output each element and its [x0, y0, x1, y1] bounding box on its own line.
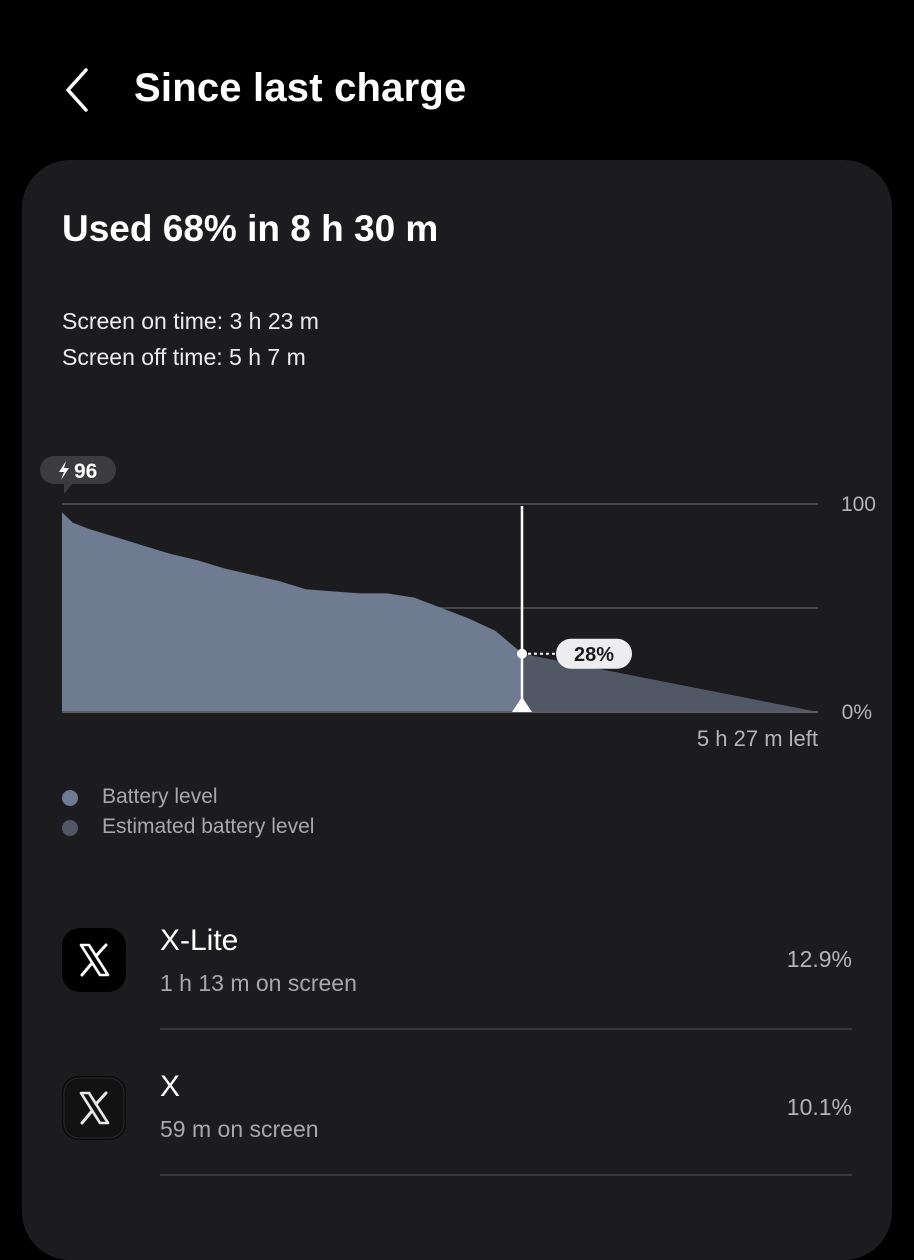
- x-logo-icon: [63, 1077, 125, 1139]
- battery-usage-chart[interactable]: 96 28% 100 0% 5 h 27 m left: [0, 440, 914, 770]
- app-row-x[interactable]: X 59 m on screen 10.1%: [22, 1036, 892, 1176]
- x-app-icon: [62, 1076, 126, 1140]
- current-level-badge: 28%: [556, 638, 632, 669]
- current-level-value: 28%: [574, 644, 614, 666]
- x-logo-icon: [79, 943, 110, 977]
- app-header: Since last charge: [0, 0, 914, 160]
- back-button[interactable]: [58, 64, 102, 116]
- usage-summary-title: Used 68% in 8 h 30 m: [62, 208, 439, 249]
- app-row-x-lite[interactable]: X-Lite 1 h 13 m on screen 12.9%: [22, 890, 892, 1030]
- app-usage-percent: 12.9%: [786, 946, 852, 972]
- legend-label: Estimated battery level: [102, 815, 315, 838]
- charge-start-badge: 96: [40, 456, 116, 494]
- current-level-dot: [517, 648, 527, 659]
- y-axis-label-min: 0%: [842, 701, 872, 724]
- y-axis-label-max: 100: [841, 493, 876, 516]
- screen-on-time: Screen on time: 3 h 23 m: [62, 308, 319, 334]
- x-lite-app-icon: [62, 928, 126, 992]
- app-screen-time: 1 h 13 m on screen: [160, 970, 357, 996]
- app-usage-percent: 10.1%: [786, 1094, 852, 1120]
- time-left-label: 5 h 27 m left: [697, 726, 818, 751]
- app-name: X-Lite: [160, 924, 239, 957]
- app-name: X: [160, 1070, 181, 1103]
- legend-dot-estimated: [62, 820, 78, 836]
- chevron-left-icon: [66, 68, 88, 112]
- divider: [160, 1028, 852, 1030]
- legend-label: Battery level: [102, 785, 218, 808]
- divider: [160, 1174, 852, 1176]
- page-title: Since last charge: [134, 66, 467, 110]
- charge-start-value: 96: [74, 460, 97, 483]
- battery-level-area: [62, 512, 523, 712]
- legend-dot-battery-level: [62, 790, 78, 806]
- screen-off-time: Screen off time: 5 h 7 m: [62, 344, 306, 370]
- app-screen-time: 59 m on screen: [160, 1116, 319, 1142]
